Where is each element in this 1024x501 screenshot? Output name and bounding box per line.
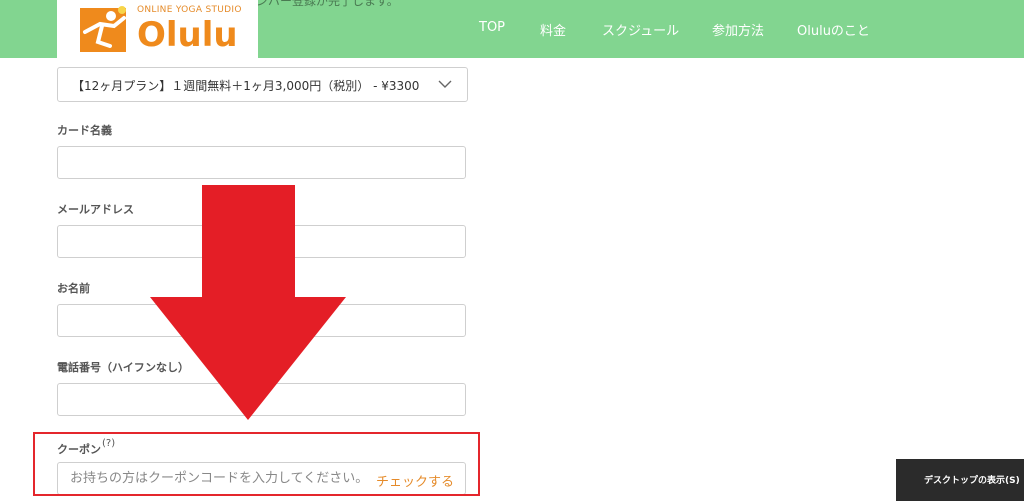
plan-select-value: 【12ヶ月プラン】１週間無料＋1ヶ月3,000円（税別） - ¥3300 xyxy=(72,79,420,93)
plan-select[interactable]: 【12ヶ月プラン】１週間無料＋1ヶ月3,000円（税別） - ¥3300 xyxy=(57,67,468,102)
chevron-down-icon xyxy=(438,80,452,88)
show-desktop-tooltip: デスクトップの表示(S) xyxy=(896,459,1024,501)
site-logo[interactable]: ONLINE YOGA STUDIO Olulu xyxy=(57,0,258,60)
logo-tagline: ONLINE YOGA STUDIO xyxy=(137,5,242,15)
yoga-figure-logo-icon xyxy=(80,6,126,52)
nav-pricing[interactable]: 料金 xyxy=(540,20,566,39)
nav-top[interactable]: TOP xyxy=(479,20,505,35)
nav-about-olulu[interactable]: Oluluのこと xyxy=(797,20,870,39)
show-desktop-tooltip-text: デスクトップの表示(S) xyxy=(924,476,1020,486)
card-name-label: カード名義 xyxy=(57,124,112,137)
name-label: お名前 xyxy=(57,282,90,295)
card-name-input[interactable] xyxy=(57,146,466,179)
email-label: メールアドレス xyxy=(57,203,134,216)
nav-how-to-join[interactable]: 参加方法 xyxy=(712,20,764,39)
logo-wordmark: Olulu xyxy=(137,15,238,55)
coupon-highlight-frame xyxy=(33,432,480,496)
header-overlap-text: ンバー登録が完了します。 xyxy=(256,0,399,8)
nav-schedule[interactable]: スクジュール xyxy=(602,20,679,39)
red-down-arrow-icon xyxy=(150,185,346,420)
